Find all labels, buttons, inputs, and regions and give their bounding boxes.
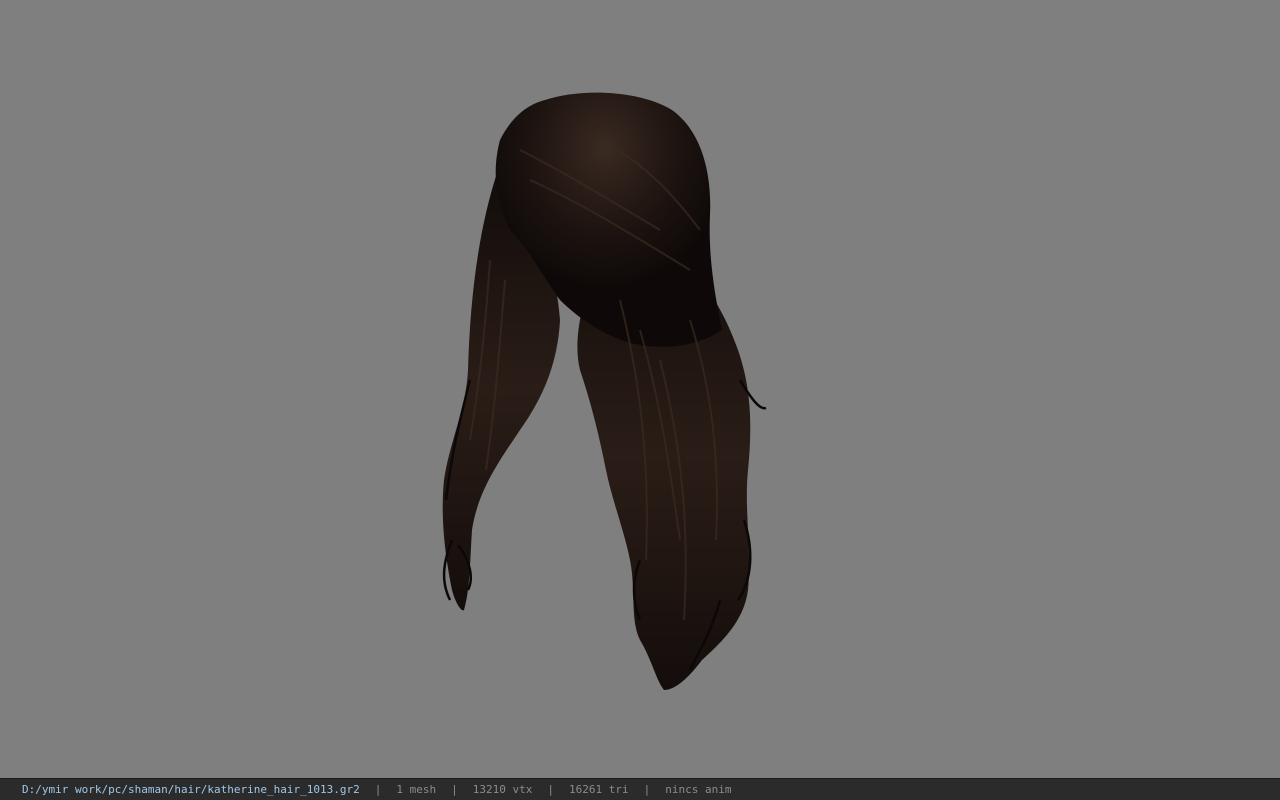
vertex-count: 13210 vtx [472,783,533,796]
model-viewport[interactable] [0,0,1280,778]
separator: | [643,783,651,796]
triangle-count: 16261 tri [569,783,629,796]
separator: | [547,783,554,796]
hair-model [442,92,767,690]
separator: | [451,783,458,796]
anim-status: nincs anim [665,783,732,796]
mesh-count: 1 mesh [396,783,437,796]
separator: | [374,783,382,796]
status-bar: D:/ymir work/pc/shaman/hair/katherine_ha… [0,778,1280,800]
file-path: D:/ymir work/pc/shaman/hair/katherine_ha… [22,783,360,796]
